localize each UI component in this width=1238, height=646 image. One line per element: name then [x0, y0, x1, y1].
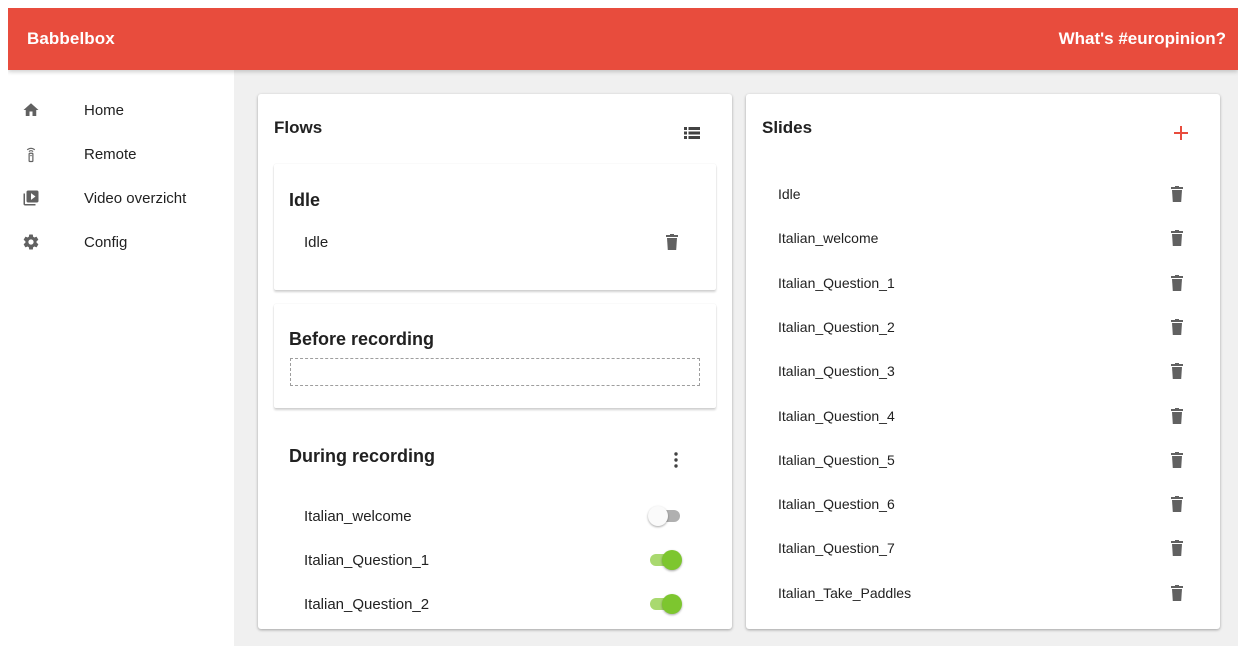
flow-section-during-recording: During recording Italian_welcome Italian… — [274, 422, 716, 629]
slide-label: Italian_Question_2 — [778, 319, 895, 335]
top-app-bar: Babbelbox What's #europinion? — [8, 8, 1238, 70]
slide-label: Italian_Take_Paddles — [778, 585, 912, 601]
flows-title: Flows — [274, 118, 323, 137]
sidebar-item-label: Video overzicht — [84, 189, 187, 207]
trash-icon[interactable] — [1171, 452, 1183, 468]
flow-section-idle: Idle Idle — [274, 164, 716, 290]
slide-label: Italian_Question_5 — [778, 452, 895, 468]
slides-card: Slides Idle Italian_welcome Italian_Questi… — [746, 94, 1220, 629]
app-brand[interactable]: Babbelbox — [27, 29, 115, 49]
sidebar: Home Remote Video overzicht Config — [8, 70, 234, 646]
slide-row[interactable]: Idle — [746, 179, 1220, 209]
plus-icon[interactable] — [1174, 126, 1188, 140]
slide-row[interactable]: Italian_Question_4 — [746, 401, 1220, 431]
gear-icon — [23, 234, 39, 250]
slide-label: Italian_Question_6 — [778, 496, 895, 512]
trash-icon[interactable] — [1171, 363, 1183, 379]
remote-icon — [26, 147, 36, 163]
sidebar-item-home[interactable]: Home — [8, 90, 234, 130]
slide-row[interactable]: Italian_Question_5 — [746, 445, 1220, 475]
flow-item-label: Idle — [304, 234, 329, 251]
slide-row[interactable]: Italian_welcome — [746, 223, 1220, 253]
flow-drop-zone[interactable] — [290, 358, 700, 386]
slide-row[interactable]: Italian_Question_3 — [746, 356, 1220, 386]
toggle-knob — [662, 550, 682, 570]
header-tagline: What's #europinion? — [1058, 29, 1226, 48]
flow-item-toggle[interactable] — [648, 550, 682, 570]
sidebar-item-remote[interactable]: Remote — [8, 134, 234, 174]
slide-label: Italian_Question_1 — [778, 275, 895, 291]
slide-label: Italian_Question_3 — [778, 363, 895, 379]
more-vert-icon[interactable] — [674, 452, 678, 468]
slide-row[interactable]: Italian_Question_6 — [746, 489, 1220, 519]
slide-row[interactable]: Italian_Question_2 — [746, 312, 1220, 342]
section-title: Before recording — [289, 329, 435, 349]
slide-label: Italian_Question_4 — [778, 408, 895, 424]
sidebar-item-config[interactable]: Config — [8, 222, 234, 262]
sidebar-item-video-overzicht[interactable]: Video overzicht — [8, 178, 234, 218]
list-icon[interactable] — [684, 126, 700, 140]
toggle-knob — [662, 594, 682, 614]
trash-icon[interactable] — [1171, 275, 1183, 291]
slide-label: Italian_Question_7 — [778, 540, 895, 556]
slide-label: Italian_welcome — [778, 230, 879, 246]
slides-title: Slides — [762, 118, 813, 137]
slide-row[interactable]: Italian_Take_Paddles — [746, 578, 1220, 608]
trash-icon[interactable] — [1171, 186, 1183, 202]
trash-icon[interactable] — [1171, 496, 1183, 512]
flow-item-label: Italian_Question_1 — [304, 552, 430, 569]
trash-icon[interactable] — [1171, 230, 1183, 246]
trash-icon[interactable] — [1171, 585, 1183, 601]
flow-section-before-recording: Before recording — [274, 304, 716, 408]
sidebar-item-label: Remote — [84, 145, 137, 163]
slide-label: Idle — [778, 186, 801, 202]
slide-row[interactable]: Italian_Question_7 — [746, 533, 1220, 563]
trash-icon[interactable] — [666, 234, 678, 250]
video-library-icon — [23, 190, 39, 206]
sidebar-item-label: Home — [84, 101, 125, 119]
section-title: Idle — [289, 190, 321, 210]
app-frame: Babbelbox What's #europinion? Home Remot… — [8, 8, 1238, 646]
toggle-knob — [648, 506, 668, 526]
flow-item-label: Italian_welcome — [304, 508, 412, 525]
flow-item-label: Italian_Question_2 — [304, 596, 430, 613]
trash-icon[interactable] — [1171, 319, 1183, 335]
home-icon — [23, 103, 39, 116]
flow-item-toggle[interactable] — [648, 594, 682, 614]
trash-icon[interactable] — [1171, 408, 1183, 424]
slide-row[interactable]: Italian_Question_1 — [746, 268, 1220, 298]
trash-icon[interactable] — [1171, 540, 1183, 556]
main-content: Flows Idle Idle Before recording During … — [234, 70, 1238, 646]
flows-card: Flows Idle Idle Before recording During … — [258, 94, 732, 629]
flow-item-toggle[interactable] — [648, 506, 682, 526]
sidebar-item-label: Config — [84, 233, 128, 251]
section-title: During recording — [289, 446, 436, 466]
